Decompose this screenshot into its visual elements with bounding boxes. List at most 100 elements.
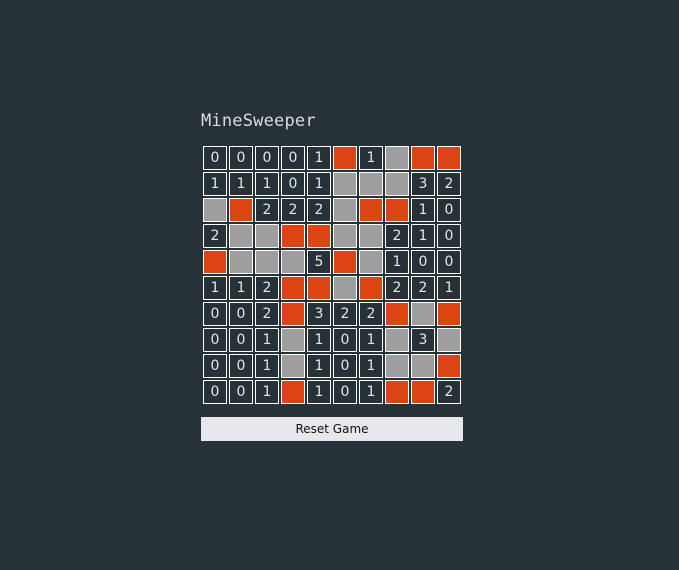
revealed-cell[interactable]: 1: [255, 380, 279, 404]
hidden-cell[interactable]: [333, 198, 357, 222]
revealed-cell[interactable]: 0: [411, 250, 435, 274]
flagged-cell[interactable]: [437, 302, 461, 326]
flagged-cell[interactable]: [281, 380, 305, 404]
hidden-cell[interactable]: [333, 172, 357, 196]
flagged-cell[interactable]: [333, 250, 357, 274]
flagged-cell[interactable]: [359, 198, 383, 222]
hidden-cell[interactable]: [333, 276, 357, 300]
revealed-cell[interactable]: 0: [437, 224, 461, 248]
revealed-cell[interactable]: 0: [203, 380, 227, 404]
revealed-cell[interactable]: 0: [229, 354, 253, 378]
revealed-cell[interactable]: 1: [229, 172, 253, 196]
hidden-cell[interactable]: [385, 328, 409, 352]
revealed-cell[interactable]: 2: [437, 380, 461, 404]
hidden-cell[interactable]: [281, 328, 305, 352]
revealed-cell[interactable]: 2: [437, 172, 461, 196]
revealed-cell[interactable]: 2: [385, 276, 409, 300]
hidden-cell[interactable]: [411, 354, 435, 378]
revealed-cell[interactable]: 2: [255, 198, 279, 222]
revealed-cell[interactable]: 1: [203, 172, 227, 196]
revealed-cell[interactable]: 3: [411, 328, 435, 352]
revealed-cell[interactable]: 2: [281, 198, 305, 222]
flagged-cell[interactable]: [229, 198, 253, 222]
revealed-cell[interactable]: 2: [359, 302, 383, 326]
revealed-cell[interactable]: 0: [437, 198, 461, 222]
revealed-cell[interactable]: 1: [229, 276, 253, 300]
hidden-cell[interactable]: [255, 224, 279, 248]
revealed-cell[interactable]: 0: [229, 302, 253, 326]
flagged-cell[interactable]: [437, 146, 461, 170]
revealed-cell[interactable]: 1: [359, 328, 383, 352]
revealed-cell[interactable]: 1: [255, 328, 279, 352]
revealed-cell[interactable]: 3: [411, 172, 435, 196]
flagged-cell[interactable]: [385, 380, 409, 404]
flagged-cell[interactable]: [307, 276, 331, 300]
revealed-cell[interactable]: 5: [307, 250, 331, 274]
flagged-cell[interactable]: [411, 146, 435, 170]
hidden-cell[interactable]: [385, 146, 409, 170]
revealed-cell[interactable]: 1: [359, 354, 383, 378]
revealed-cell[interactable]: 2: [333, 302, 357, 326]
revealed-cell[interactable]: 0: [437, 250, 461, 274]
hidden-cell[interactable]: [385, 172, 409, 196]
revealed-cell[interactable]: 1: [437, 276, 461, 300]
flagged-cell[interactable]: [437, 354, 461, 378]
flagged-cell[interactable]: [359, 276, 383, 300]
revealed-cell[interactable]: 0: [203, 302, 227, 326]
revealed-cell[interactable]: 0: [255, 146, 279, 170]
revealed-cell[interactable]: 0: [203, 354, 227, 378]
hidden-cell[interactable]: [411, 302, 435, 326]
flagged-cell[interactable]: [385, 302, 409, 326]
revealed-cell[interactable]: 0: [333, 354, 357, 378]
revealed-cell[interactable]: 0: [229, 380, 253, 404]
revealed-cell[interactable]: 1: [359, 146, 383, 170]
flagged-cell[interactable]: [281, 276, 305, 300]
revealed-cell[interactable]: 0: [229, 328, 253, 352]
revealed-cell[interactable]: 1: [359, 380, 383, 404]
revealed-cell[interactable]: 1: [411, 198, 435, 222]
hidden-cell[interactable]: [359, 250, 383, 274]
hidden-cell[interactable]: [255, 250, 279, 274]
revealed-cell[interactable]: 0: [333, 380, 357, 404]
hidden-cell[interactable]: [437, 328, 461, 352]
reset-game-button[interactable]: Reset Game: [201, 417, 463, 441]
flagged-cell[interactable]: [281, 302, 305, 326]
flagged-cell[interactable]: [307, 224, 331, 248]
revealed-cell[interactable]: 1: [307, 354, 331, 378]
flagged-cell[interactable]: [333, 146, 357, 170]
revealed-cell[interactable]: 1: [307, 172, 331, 196]
revealed-cell[interactable]: 0: [333, 328, 357, 352]
revealed-cell[interactable]: 1: [203, 276, 227, 300]
hidden-cell[interactable]: [203, 198, 227, 222]
revealed-cell[interactable]: 2: [307, 198, 331, 222]
revealed-cell[interactable]: 3: [307, 302, 331, 326]
revealed-cell[interactable]: 1: [307, 146, 331, 170]
flagged-cell[interactable]: [281, 224, 305, 248]
revealed-cell[interactable]: 1: [255, 354, 279, 378]
revealed-cell[interactable]: 0: [281, 146, 305, 170]
revealed-cell[interactable]: 0: [203, 146, 227, 170]
hidden-cell[interactable]: [281, 354, 305, 378]
hidden-cell[interactable]: [385, 354, 409, 378]
revealed-cell[interactable]: 1: [307, 328, 331, 352]
revealed-cell[interactable]: 1: [255, 172, 279, 196]
revealed-cell[interactable]: 0: [281, 172, 305, 196]
hidden-cell[interactable]: [229, 224, 253, 248]
revealed-cell[interactable]: 1: [385, 250, 409, 274]
revealed-cell[interactable]: 2: [255, 276, 279, 300]
flagged-cell[interactable]: [203, 250, 227, 274]
hidden-cell[interactable]: [359, 224, 383, 248]
revealed-cell[interactable]: 2: [385, 224, 409, 248]
revealed-cell[interactable]: 2: [411, 276, 435, 300]
hidden-cell[interactable]: [359, 172, 383, 196]
hidden-cell[interactable]: [281, 250, 305, 274]
revealed-cell[interactable]: 2: [255, 302, 279, 326]
revealed-cell[interactable]: 0: [229, 146, 253, 170]
revealed-cell[interactable]: 1: [307, 380, 331, 404]
flagged-cell[interactable]: [385, 198, 409, 222]
flagged-cell[interactable]: [411, 380, 435, 404]
revealed-cell[interactable]: 0: [203, 328, 227, 352]
hidden-cell[interactable]: [333, 224, 357, 248]
revealed-cell[interactable]: 2: [203, 224, 227, 248]
revealed-cell[interactable]: 1: [411, 224, 435, 248]
